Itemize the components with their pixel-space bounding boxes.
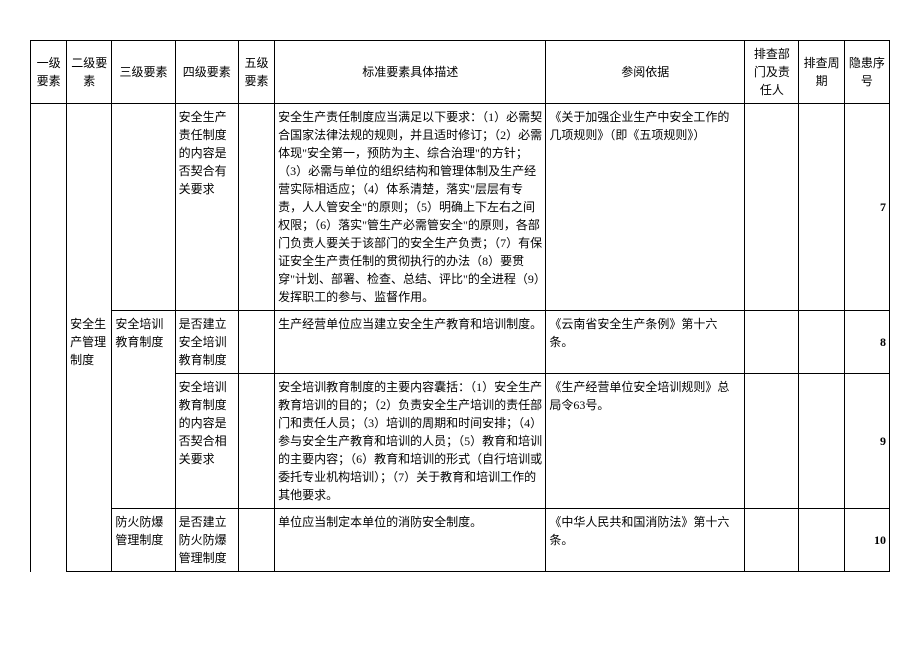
cell-description: 安全生产责任制度应当满足以下要求：（1）必需契合国家法律法规的规则，并且适时修订… (275, 104, 546, 311)
cell-dept (745, 311, 799, 374)
cell-period (799, 311, 844, 374)
cell-level3 (112, 104, 175, 311)
table-row: 防火防爆管理制度 是否建立防火防爆管理制度 单位应当制定本单位的消防安全制度。 … (31, 509, 890, 572)
header-level5: 五级要素 (238, 41, 274, 104)
header-level4: 四级要素 (175, 41, 238, 104)
cell-level5 (238, 509, 274, 572)
header-seq: 隐患序号 (844, 41, 889, 104)
header-level1: 一级要素 (31, 41, 67, 104)
cell-seq: 8 (844, 311, 889, 374)
header-level2: 二级要素 (67, 41, 112, 104)
cell-reference: 《生产经营单位安全培训规则》总局令63号。 (546, 374, 745, 509)
header-period: 排查周期 (799, 41, 844, 104)
cell-period (799, 104, 844, 311)
table-row: 安全生产管理制度 安全培训教育制度 是否建立安全培训教育制度 生产经营单位应当建… (31, 311, 890, 374)
cell-period (799, 374, 844, 509)
header-reference: 参阅依据 (546, 41, 745, 104)
cell-period (799, 509, 844, 572)
cell-dept (745, 104, 799, 311)
cell-level4: 安全培训教育制度的内容是否契合相关要求 (175, 374, 238, 509)
cell-level5 (238, 104, 274, 311)
cell-description: 生产经营单位应当建立安全生产教育和培训制度。 (275, 311, 546, 374)
cell-level4: 是否建立安全培训教育制度 (175, 311, 238, 374)
header-level3: 三级要素 (112, 41, 175, 104)
cell-seq: 7 (844, 104, 889, 311)
cell-reference: 《云南省安全生产条例》第十六条。 (546, 311, 745, 374)
header-description: 标准要素具体描述 (275, 41, 546, 104)
cell-level5 (238, 311, 274, 374)
cell-reference: 《中华人民共和国消防法》第十六条。 (546, 509, 745, 572)
cell-description: 安全培训教育制度的主要内容囊括：（1）安全生产教育培训的目的；（2）负责安全生产… (275, 374, 546, 509)
cell-description: 单位应当制定本单位的消防安全制度。 (275, 509, 546, 572)
cell-level4: 是否建立防火防爆管理制度 (175, 509, 238, 572)
cell-level5 (238, 374, 274, 509)
cell-level1 (31, 104, 67, 572)
requirements-table: 一级要素 二级要素 三级要素 四级要素 五级要素 标准要素具体描述 参阅依据 排… (30, 40, 890, 572)
cell-dept (745, 509, 799, 572)
table-header-row: 一级要素 二级要素 三级要素 四级要素 五级要素 标准要素具体描述 参阅依据 排… (31, 41, 890, 104)
cell-dept (745, 374, 799, 509)
cell-level4: 安全生产责任制度的内容是否契合有关要求 (175, 104, 238, 311)
cell-level3: 防火防爆管理制度 (112, 509, 175, 572)
cell-reference: 《关于加强企业生产中安全工作的几项规则》（即《五项规则》） (546, 104, 745, 311)
header-dept: 排查部门及责任人 (745, 41, 799, 104)
table-row: 安全生产责任制度的内容是否契合有关要求 安全生产责任制度应当满足以下要求：（1）… (31, 104, 890, 311)
cell-level3: 安全培训教育制度 (112, 311, 175, 509)
cell-level2: 安全生产管理制度 (67, 311, 112, 572)
cell-level2 (67, 104, 112, 311)
cell-seq: 9 (844, 374, 889, 509)
cell-seq: 10 (844, 509, 889, 572)
